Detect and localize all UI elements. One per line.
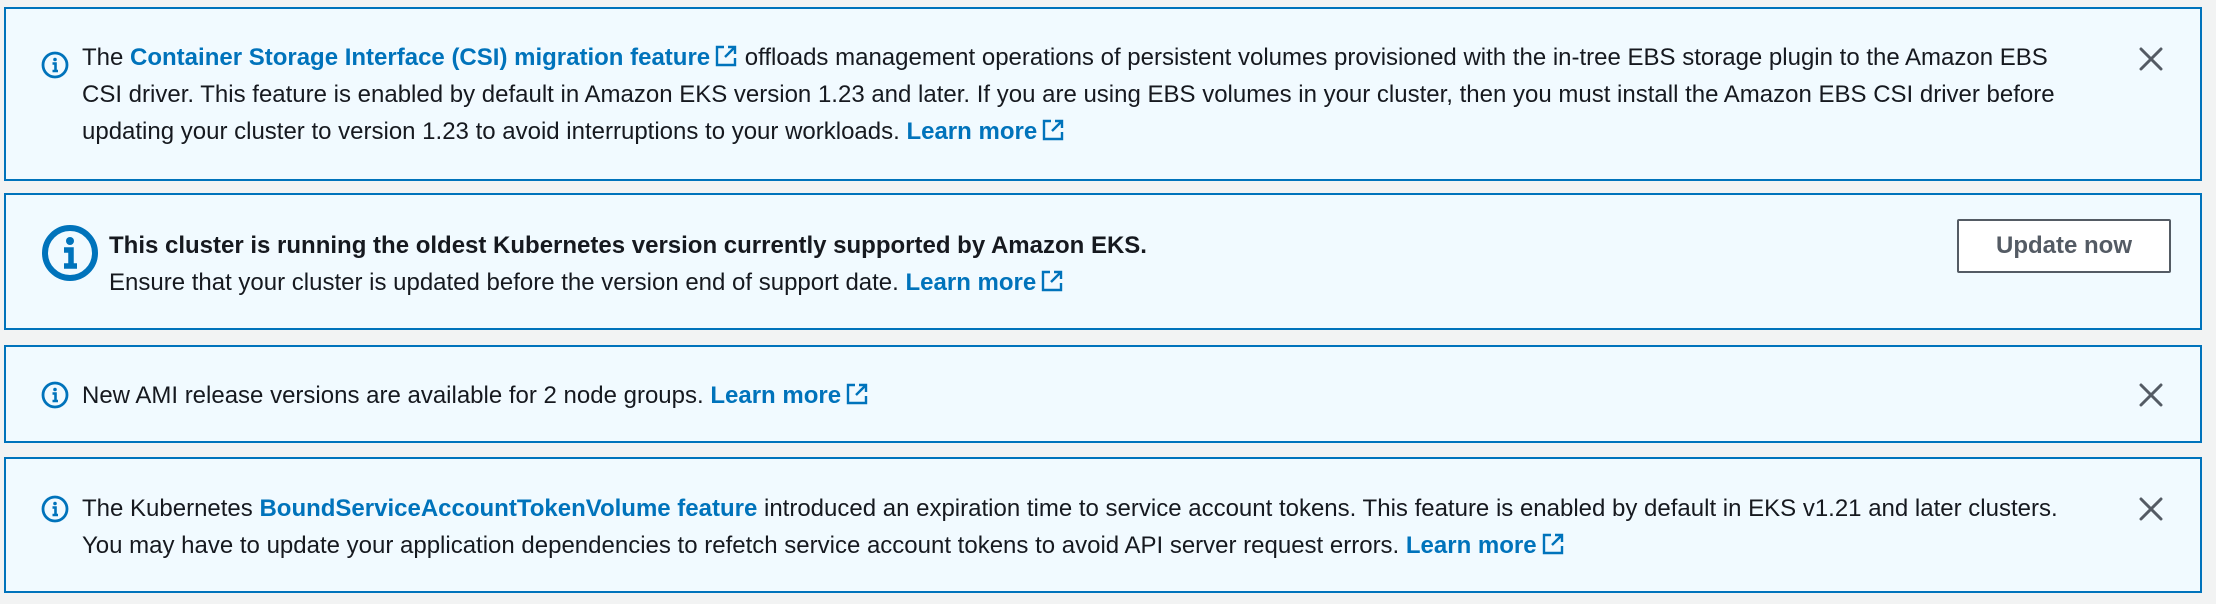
alert-text-line-2: CSI driver. This feature is enabled by d… [82, 81, 2055, 108]
external-link-icon[interactable] [845, 382, 869, 406]
external-link-icon[interactable] [714, 44, 738, 68]
learn-more-link[interactable]: Learn more [1406, 532, 1537, 559]
info-icon [42, 225, 98, 281]
bound-service-account-token-volume-link[interactable]: BoundServiceAccountTokenVolume feature [259, 495, 757, 522]
info-icon [41, 495, 69, 523]
learn-more-link[interactable]: Learn more [906, 269, 1037, 296]
external-link-icon[interactable] [1040, 269, 1064, 293]
info-icon [41, 51, 69, 79]
alert-text-line-2: Ensure that your cluster is updated befo… [109, 264, 1064, 301]
csi-migration-feature-link[interactable]: Container Storage Interface (CSI) migrat… [130, 44, 710, 71]
alert-text-line-2: You may have to update your application … [82, 527, 1565, 564]
learn-more-link[interactable]: Learn more [906, 118, 1037, 145]
close-icon[interactable] [2136, 380, 2166, 410]
kubernetes-version-alert: This cluster is running the oldest Kuber… [4, 193, 2202, 330]
close-icon[interactable] [2136, 44, 2166, 74]
alert-text-line-1: New AMI release versions are available f… [82, 377, 869, 414]
alert-text-line-1: The Kubernetes BoundServiceAccountTokenV… [82, 495, 2058, 522]
external-link-icon[interactable] [1041, 118, 1065, 142]
update-now-button[interactable]: Update now [1957, 219, 2171, 273]
alert-text-line-3: updating your cluster to version 1.23 to… [82, 113, 1065, 150]
alert-text-line-1: The Container Storage Interface (CSI) mi… [82, 44, 2048, 71]
alert-title: This cluster is running the oldest Kuber… [109, 232, 1147, 259]
learn-more-link[interactable]: Learn more [710, 382, 841, 409]
csi-migration-alert: The Container Storage Interface (CSI) mi… [4, 7, 2202, 181]
ami-release-alert: New AMI release versions are available f… [4, 345, 2202, 443]
bound-service-account-token-alert: The Kubernetes BoundServiceAccountTokenV… [4, 457, 2202, 593]
close-icon[interactable] [2136, 494, 2166, 524]
external-link-icon[interactable] [1541, 532, 1565, 556]
info-icon [41, 381, 69, 409]
